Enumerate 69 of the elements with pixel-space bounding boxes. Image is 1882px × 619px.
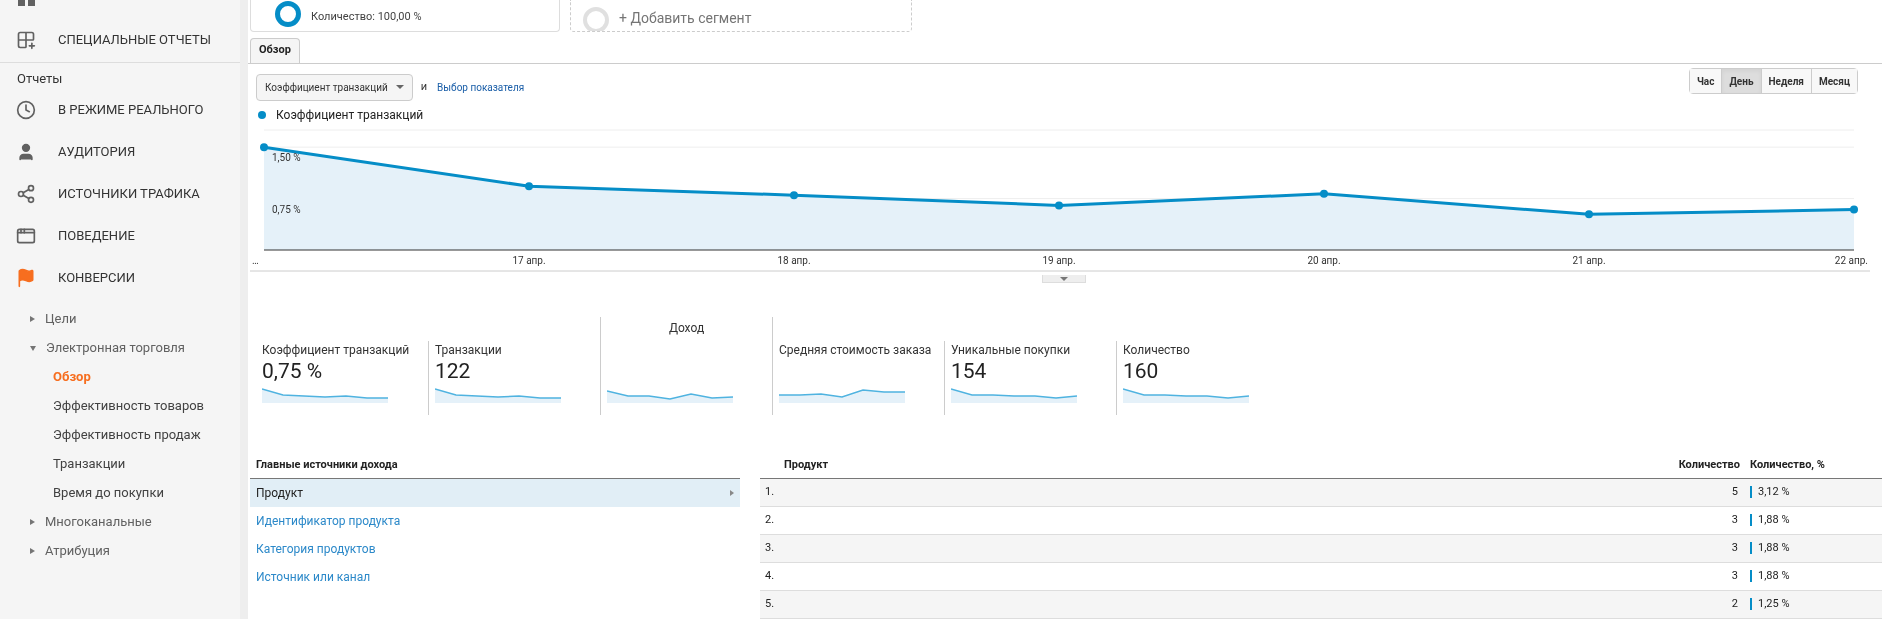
granularity-button[interactable]: День (1721, 69, 1761, 94)
metric-label: Количество (1123, 342, 1191, 360)
percent-cell: 1,88 % (1758, 540, 1790, 557)
percent-cell: 1,88 % (1758, 568, 1790, 585)
tree-item[interactable]: Транзакции (53, 454, 126, 474)
quantity-cell-text: 3 (1730, 512, 1739, 529)
quantity-cell-text: 2 (1730, 596, 1739, 613)
tree-item[interactable]: Цели (45, 309, 77, 329)
column-header: Количество (1677, 457, 1741, 474)
sidebar-item[interactable]: КОНВЕРСИИ (58, 267, 136, 288)
metric-value: 122 (435, 359, 472, 384)
x-tick-label: 17 апр. (512, 255, 546, 267)
quantity-cell-text: 3 (1730, 540, 1739, 557)
metric-group-title: Доход (668, 320, 705, 338)
metric-label: Средняя стоимость заказа (779, 342, 933, 360)
tree-item[interactable]: Многоканальные (45, 512, 152, 532)
metric-value: 154 (951, 359, 988, 384)
rank-cell-text: 5. (764, 596, 776, 613)
metric-label: Уникальные покупки (951, 342, 1072, 360)
dimensions-title: Главные источники дохода (250, 457, 740, 479)
add-segment-card[interactable]: + Добавить сегмент (570, 0, 912, 32)
sidebar-item[interactable]: ПОВЕДЕНИЕ (58, 225, 135, 246)
sidebar-item[interactable]: В РЕЖИМЕ РЕАЛЬНОГО (58, 99, 204, 120)
percent-cell: 3,12 % (1758, 484, 1790, 501)
rank-cell-text: 4. (764, 568, 776, 585)
x-tick-label: … (252, 255, 259, 267)
metric-dropdown[interactable]: Коэффициент транзакций (256, 73, 413, 101)
legend-label: Коэффициент транзакций (276, 106, 424, 124)
sidebar-item[interactable]: СПЕЦИАЛЬНЫЕ ОТЧЕТЫ (58, 30, 212, 50)
sidebar-item[interactable]: АУДИТОРИЯ (58, 141, 136, 162)
x-tick-label: 21 апр. (1572, 255, 1606, 267)
dimension-item[interactable]: Идентификатор продукта (250, 507, 740, 535)
metric-value: 0,75 % (262, 359, 324, 384)
x-tick-label: 20 апр. (1307, 255, 1341, 267)
quantity-cell-text: 5 (1730, 484, 1739, 501)
rank-cell-text: 3. (764, 540, 776, 557)
quantity-cell-text: 3 (1730, 568, 1739, 585)
granularity-button[interactable]: Неделя (1760, 69, 1811, 94)
metric-label: Транзакции (435, 342, 503, 360)
segment-label: Количество: 100,00 % (311, 8, 422, 25)
tab[interactable]: Обзор (250, 37, 300, 63)
metric-picker-link[interactable]: Выбор показателя (437, 79, 525, 95)
rank-cell-text: 1. (764, 484, 776, 501)
tree-item[interactable]: Атрибуция (45, 541, 110, 561)
tree-item[interactable]: Эффективность товаров (53, 396, 205, 416)
tree-item[interactable]: Электронная торговля (46, 338, 185, 358)
sidebar-item[interactable]: ИСТОЧНИКИ ТРАФИКА (58, 183, 200, 204)
add-segment-label[interactable]: + Добавить сегмент (619, 11, 752, 25)
dimension-item[interactable]: Продукт (250, 479, 740, 507)
dimension-item[interactable]: Категория продуктов (250, 535, 740, 563)
section-title: Отчеты (16, 70, 64, 88)
x-tick-label: 22 апр. (1834, 255, 1868, 267)
x-tick-label: 18 апр. (777, 255, 811, 267)
y-tick-label: 0,75 % (272, 204, 301, 216)
conjunction-text: и (420, 78, 428, 95)
percent-cell: 1,88 % (1758, 512, 1790, 529)
dimension-item[interactable]: Источник или канал (250, 563, 740, 591)
tree-item[interactable]: Эффективность продаж (53, 425, 201, 445)
metric-value: 160 (1123, 359, 1160, 384)
metric-label: Коэффициент транзакций (262, 342, 411, 360)
x-tick-label: 19 апр. (1042, 255, 1076, 267)
rank-cell-text: 2. (764, 512, 776, 529)
column-header: Количество, % (1749, 457, 1826, 474)
granularity-button[interactable]: Месяц (1810, 69, 1857, 94)
y-tick-label: 1,50 % (272, 152, 301, 164)
tree-item[interactable]: Время до покупки (53, 483, 164, 503)
percent-cell: 1,25 % (1758, 596, 1790, 613)
granularity-button[interactable]: Час (1689, 69, 1722, 94)
column-header: Продукт (783, 457, 830, 474)
